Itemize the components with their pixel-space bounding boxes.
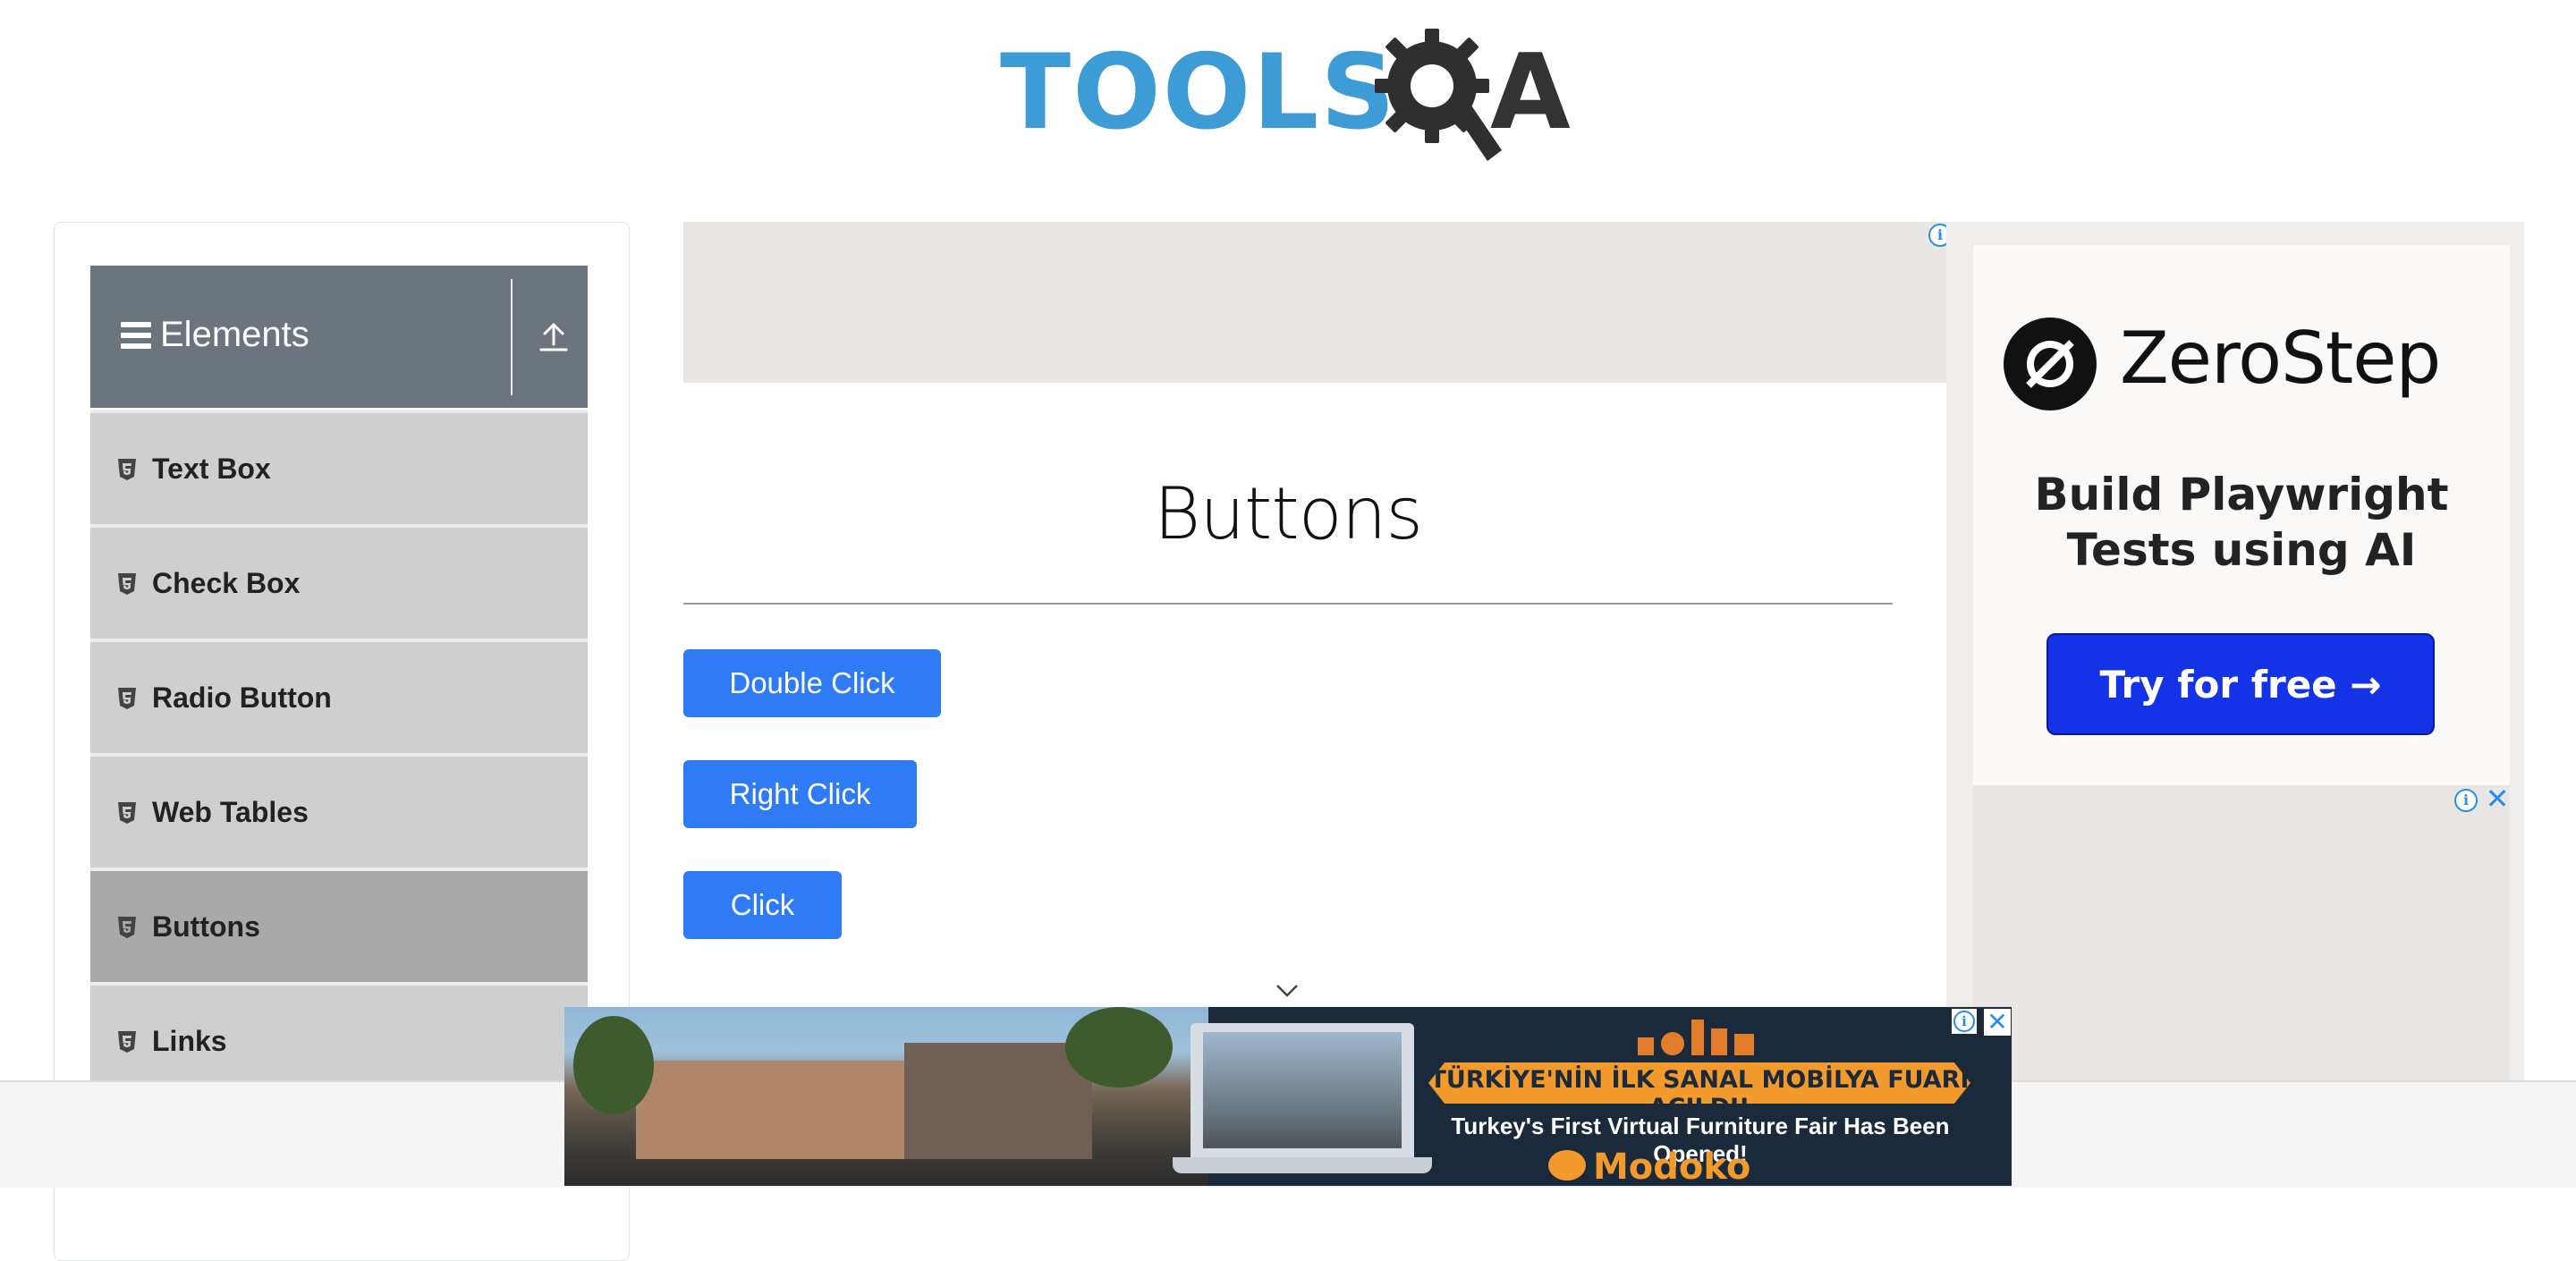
sidebar-item-label: Web Tables bbox=[152, 796, 309, 828]
hamburger-icon bbox=[121, 322, 151, 349]
sidebar-item-text-box[interactable]: Text Box bbox=[90, 410, 588, 524]
html5-icon bbox=[118, 688, 136, 709]
sidebar-item-label: Buttons bbox=[152, 910, 260, 943]
gear-magnifier-icon bbox=[1375, 29, 1502, 161]
laptop-image bbox=[1173, 1023, 1432, 1173]
logo-wordmark: TOOLS bbox=[1000, 32, 1397, 153]
sidebar-item-links[interactable]: Links bbox=[90, 982, 588, 1096]
html5-icon bbox=[118, 802, 136, 824]
furniture-icons bbox=[1638, 1020, 1799, 1059]
zerostep-tagline: Build Playwright Tests using AI bbox=[2034, 469, 2449, 576]
zerostep-brand: ZeroStep bbox=[2120, 317, 2441, 400]
modoko-logo-icon bbox=[1548, 1150, 1586, 1181]
sidebar-item-label: Links bbox=[152, 1025, 227, 1057]
sidebar-item-check-box[interactable]: Check Box bbox=[90, 524, 588, 639]
ad-close-icon[interactable]: ✕ bbox=[1984, 1009, 2011, 1036]
modoko-brand: Modoko bbox=[1593, 1147, 1751, 1186]
click-me-button[interactable]: Click Me bbox=[683, 871, 842, 989]
ad-info-icon[interactable]: i bbox=[2454, 789, 2478, 812]
sidebar-item-label: Check Box bbox=[152, 567, 301, 599]
group-title: Elements bbox=[160, 315, 309, 354]
street-photo bbox=[564, 1007, 1208, 1186]
bottom-ad-banner[interactable]: TÜRKİYE'NİN İLK SANAL MOBİLYA FUARI AÇIL… bbox=[564, 1007, 2012, 1186]
top-ad-banner[interactable] bbox=[683, 222, 1946, 383]
try-for-free-button[interactable]: Try for free → bbox=[2046, 633, 2435, 735]
chevron-down-icon[interactable] bbox=[1275, 984, 1299, 998]
zerostep-logo-icon bbox=[2004, 317, 2097, 410]
html5-icon bbox=[118, 573, 136, 595]
double-click-button[interactable]: Double Click Me bbox=[683, 649, 941, 767]
title-divider bbox=[683, 603, 1893, 605]
group-header-elements[interactable]: Elements bbox=[90, 266, 588, 408]
page-title: Buttons bbox=[1153, 472, 1423, 555]
toolsqa-logo[interactable]: TOOLS A bbox=[1000, 25, 1581, 168]
header-divider bbox=[511, 279, 513, 395]
html5-icon bbox=[118, 459, 136, 480]
sidebar-item-buttons[interactable]: Buttons bbox=[90, 867, 588, 982]
right-click-button[interactable]: Right Click Me bbox=[683, 760, 917, 878]
sidebar-item-web-tables[interactable]: Web Tables bbox=[90, 753, 588, 867]
sidebar-item-label: Radio Button bbox=[152, 681, 332, 714]
ad-info-icon[interactable]: i bbox=[1952, 1009, 1977, 1034]
html5-icon bbox=[118, 1031, 136, 1053]
html5-icon bbox=[118, 917, 136, 938]
collapse-up-icon[interactable] bbox=[538, 319, 570, 355]
logo-letter-a: A bbox=[1490, 32, 1571, 153]
sidebar-menu: Text Box Check Box Radio Button Web Tabl… bbox=[90, 410, 588, 1096]
ad-close-icon[interactable]: ✕ bbox=[2485, 784, 2510, 813]
sidebar-item-label: Text Box bbox=[152, 453, 271, 485]
sidebar-item-radio-button[interactable]: Radio Button bbox=[90, 639, 588, 753]
